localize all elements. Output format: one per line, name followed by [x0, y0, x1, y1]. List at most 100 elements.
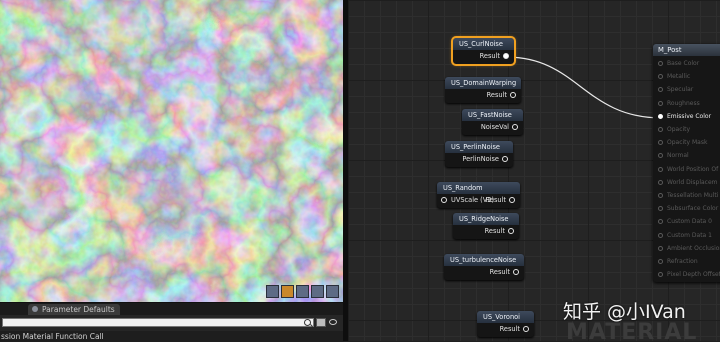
tab-label: Parameter Defaults — [42, 305, 115, 314]
input-pin-icon[interactable] — [658, 140, 663, 146]
node-output-pin[interactable]: Result — [490, 268, 519, 277]
material-input-pin[interactable]: Base Color — [658, 60, 699, 68]
pin-label: Subsurface Color — [667, 205, 719, 213]
input-pin-icon[interactable] — [658, 245, 663, 251]
node-us-turbulencenoise[interactable]: US_turbulenceNoise Result — [444, 254, 524, 280]
view-mode-icon[interactable] — [266, 285, 279, 298]
input-pin-icon[interactable] — [658, 153, 663, 159]
pin-label: NoiseVal — [480, 123, 509, 131]
node-title: US_Random — [437, 182, 520, 194]
material-input-pin[interactable]: Tessellation Multi — [658, 192, 718, 200]
pin-label: Roughness — [667, 99, 700, 107]
material-input-pin[interactable]: Refraction — [658, 258, 698, 266]
node-title: US_RidgeNoise — [453, 213, 519, 225]
input-pin-icon[interactable] — [658, 87, 663, 93]
pin-label: Refraction — [667, 258, 698, 265]
node-us-fastnoise[interactable]: US_FastNoise NoiseVal — [462, 109, 523, 135]
node-title: US_FastNoise — [462, 109, 523, 121]
node-output-pin[interactable]: Result — [500, 325, 529, 334]
cylinder-icon[interactable] — [296, 285, 309, 298]
node-us-curlnoise[interactable]: US_CurlNoise Result — [451, 36, 516, 66]
pin-label: Result — [485, 196, 506, 204]
material-input-pin[interactable]: Pixel Depth Offset — [658, 271, 720, 279]
node-title: US_DomainWarping — [445, 77, 521, 89]
pin-label: Tessellation Multi — [667, 192, 719, 199]
material-input-pin[interactable]: Opacity — [658, 126, 690, 134]
node-output-pin[interactable]: Result — [480, 52, 509, 61]
output-pin-icon[interactable] — [502, 156, 508, 162]
output-pin-icon[interactable] — [512, 124, 518, 130]
list-item[interactable]: ssion Material Function Call — [0, 331, 344, 342]
material-input-pin[interactable]: Subsurface Color — [658, 205, 718, 213]
input-pin-icon[interactable] — [658, 272, 663, 278]
material-node-title: M_Post — [653, 44, 720, 56]
node-output-pin[interactable]: NoiseVal — [481, 123, 518, 132]
search-input[interactable] — [2, 318, 314, 327]
node-us-perlinnoise[interactable]: US_PerlinNoise PerlinNoise — [445, 141, 513, 167]
preview-viewport[interactable] — [0, 0, 343, 302]
pin-label: Result — [484, 227, 505, 235]
input-pin-icon[interactable] — [658, 232, 663, 238]
material-input-pin[interactable]: Ambient Occlusion — [658, 245, 720, 253]
tab-parameter-defaults[interactable]: Parameter Defaults — [28, 304, 120, 315]
node-output-pin[interactable]: Result — [485, 227, 514, 236]
material-input-pin[interactable]: Metallic — [658, 73, 690, 81]
output-pin-icon[interactable] — [508, 228, 514, 234]
pin-label: Result — [499, 325, 520, 333]
material-result-node[interactable]: M_Post Base Color Metallic Specular Roughne… — [653, 44, 720, 282]
input-pin-icon[interactable] — [658, 100, 663, 106]
input-pin-icon[interactable] — [441, 197, 447, 203]
input-pin-icon[interactable] — [658, 74, 663, 80]
material-input-pin[interactable]: Normal — [658, 152, 689, 160]
input-pin-icon[interactable] — [658, 259, 663, 264]
material-input-pin[interactable]: World Position Of — [658, 166, 718, 174]
output-pin-icon[interactable] — [509, 197, 515, 203]
material-input-pin[interactable]: Opacity Mask — [658, 139, 707, 147]
output-pin-icon[interactable] — [513, 269, 519, 275]
input-pin-icon[interactable] — [658, 166, 663, 172]
pin-label: World Position Of — [667, 165, 719, 173]
pin-label: Custom Data 0 — [667, 218, 712, 226]
material-input-pin[interactable]: Custom Data 1 — [658, 232, 712, 240]
author-watermark: 知乎 @小IVan — [563, 301, 686, 323]
material-input-pin[interactable]: Custom Data 0 — [658, 218, 712, 226]
input-pin-icon[interactable] — [658, 113, 663, 119]
node-us-random[interactable]: US_Random UVScale (V2) Result — [437, 182, 520, 208]
node-title: US_PerlinNoise — [445, 141, 513, 153]
parameter-icon — [32, 306, 38, 312]
input-pin-icon[interactable] — [658, 179, 663, 185]
view-options-button[interactable] — [316, 318, 326, 327]
pin-label: Base Color — [667, 60, 700, 67]
material-input-pin[interactable]: Emissive Color — [658, 113, 711, 121]
node-us-voronoi[interactable]: US_Voronoi Result — [477, 311, 534, 337]
node-output-pin[interactable]: Result — [486, 196, 515, 205]
material-input-pin[interactable]: World Displacem — [658, 179, 718, 187]
node-us-domainwarping[interactable]: US_DomainWarping Result — [445, 77, 521, 103]
pin-label: Result — [486, 91, 507, 99]
plane-icon[interactable] — [311, 285, 324, 298]
material-input-pin[interactable]: Roughness — [658, 100, 700, 108]
pin-label: Opacity Mask — [667, 139, 708, 147]
pin-label: World Displacem — [667, 178, 718, 186]
node-us-ridgenoise[interactable]: US_RidgeNoise Result — [453, 213, 519, 239]
eye-icon[interactable] — [329, 319, 337, 325]
search-icon[interactable] — [304, 319, 311, 326]
material-input-pin[interactable]: Specular — [658, 86, 693, 94]
input-pin-icon[interactable] — [658, 127, 663, 132]
search-row — [0, 317, 343, 329]
input-pin-icon[interactable] — [658, 219, 663, 225]
input-pin-icon[interactable] — [658, 61, 663, 66]
material-sphere-icon[interactable] — [281, 285, 294, 298]
node-output-pin[interactable]: PerlinNoise — [462, 155, 508, 164]
output-pin-icon[interactable] — [503, 53, 509, 59]
cube-icon[interactable] — [326, 285, 339, 298]
pin-label: Opacity — [667, 126, 691, 133]
output-pin-icon[interactable] — [510, 92, 516, 98]
node-title: US_CurlNoise — [453, 38, 514, 50]
node-title: US_Voronoi — [477, 311, 534, 323]
input-pin-icon[interactable] — [658, 193, 663, 198]
material-graph[interactable]: US_CurlNoise Result US_DomainWarping Res… — [348, 0, 720, 341]
output-pin-icon[interactable] — [523, 326, 529, 332]
input-pin-icon[interactable] — [658, 206, 663, 212]
node-output-pin[interactable]: Result — [487, 91, 516, 100]
